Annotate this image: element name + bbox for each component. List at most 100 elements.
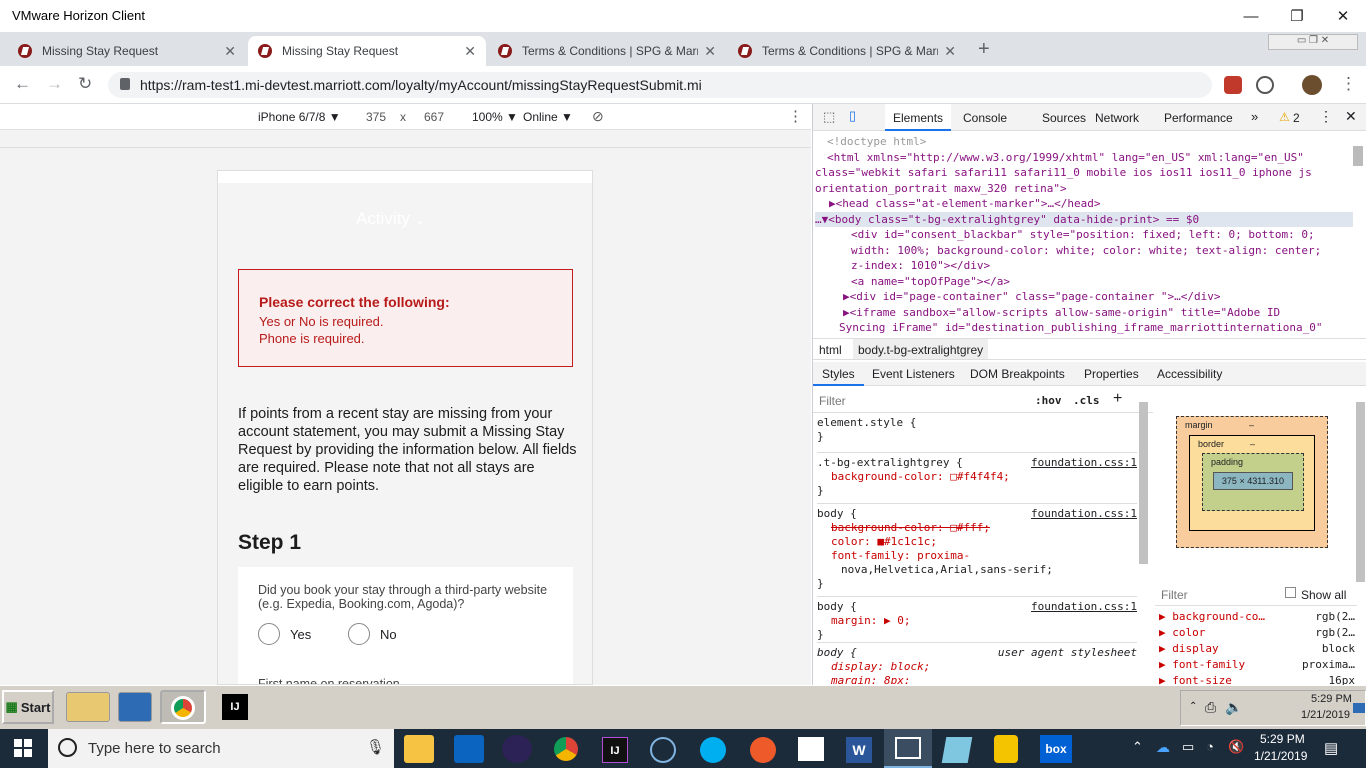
tab-network[interactable]: Network [1095,111,1139,125]
subtab-accessibility[interactable]: Accessibility [1157,367,1222,381]
device-menu-icon[interactable]: ⋮ [788,107,803,125]
reload-icon[interactable]: ↻ [78,74,92,94]
microphone-icon[interactable]: 🎙 [366,738,385,756]
windows-start-icon[interactable] [14,739,32,757]
styles-scrollbar[interactable] [1139,402,1148,564]
devtools-menu-icon[interactable]: ⋮ [1319,108,1333,125]
tab-terms-1[interactable]: Terms & Conditions | SPG & Marriott ✕ [488,36,726,66]
dom-line[interactable]: ▶<head class="at-element-marker">…</head… [815,196,1353,212]
style-prop[interactable]: color: ■#1c1c1c; [817,535,1137,549]
tab-close-icon[interactable]: ✕ [464,43,476,60]
skype-icon[interactable] [700,737,726,763]
vmware-taskbar-button[interactable] [884,729,932,768]
dom-line[interactable]: z-index: 1010"></div> [815,258,1353,274]
new-rule-icon[interactable]: + [1113,390,1122,408]
back-icon[interactable]: ← [14,74,31,94]
inner-window-controls-icon[interactable]: ▭ ❐ ✕ [1268,34,1358,50]
tab-terms-2[interactable]: Terms & Conditions | SPG & Marriott ✕ [728,36,966,66]
tab-close-icon[interactable]: ✕ [704,43,716,60]
device-height-input[interactable]: 667 [424,110,444,124]
dom-line[interactable]: Syncing iFrame" id="destination_publishi… [815,320,1353,336]
dom-line[interactable]: width: 100%; background-color: white; co… [815,243,1353,259]
tray-arrow-icon[interactable]: ⌃ [1189,701,1197,712]
style-source-link[interactable]: foundation.css:1 [1031,456,1137,470]
dom-line[interactable]: class="webkit safari safari11 safari11_0… [815,165,1353,181]
intellij-icon[interactable]: IJ [602,737,628,763]
crumb-body[interactable]: body.t-bg-extralightgrey [853,339,989,359]
dom-line[interactable]: <a name="topOfPage"></a> [815,274,1353,290]
clock-time[interactable]: 5:29 PM [1260,732,1305,746]
rotate-icon[interactable]: ⊘ [592,108,604,125]
restore-icon[interactable]: ❐ [1274,0,1320,32]
file-explorer-icon[interactable] [66,692,110,722]
computed-row[interactable]: ▶ background-co… rgb(2… [1159,609,1355,625]
wifi-icon[interactable]: ◔ [1206,739,1214,754]
new-tab-icon[interactable]: + [978,38,990,61]
taskbar-search-box[interactable]: Type here to search 🎙 [48,729,394,768]
show-desktop-icon[interactable] [1353,703,1365,713]
start-button[interactable]: ▦ Start [2,690,54,724]
tab-elements[interactable]: Elements [885,104,952,131]
style-source-link[interactable]: foundation.css:1 [1031,507,1137,521]
file-explorer-icon[interactable] [404,735,434,763]
style-selector[interactable]: element.style { [817,416,1137,430]
style-source-link[interactable]: foundation.css:1 [1031,600,1137,614]
tab-console[interactable]: Console [963,111,1007,125]
more-tabs-icon[interactable]: » [1251,109,1258,124]
close-icon[interactable]: ✕ [1320,0,1366,32]
chrome-icon[interactable] [554,737,578,761]
box-icon[interactable]: box [1040,735,1072,763]
device-toggle-icon[interactable]: ▯ [849,108,856,124]
warning-icon[interactable]: ⚠ [1279,110,1290,124]
style-prop[interactable]: margin: ▶ 0; [817,614,1137,628]
dom-line[interactable]: ▶<iframe sandbox="allow-scripts allow-sa… [815,305,1353,321]
tray-arrow-icon[interactable]: ⌃ [1132,739,1143,755]
dom-line-selected[interactable]: …▼<body class="t-bg-extralightgrey" data… [815,211,1353,227]
tab-missing-stay-1[interactable]: Missing Stay Request ✕ [8,36,246,66]
yes-radio[interactable] [258,623,280,645]
crumb-html[interactable]: html [819,343,842,357]
battery-icon[interactable]: ▭ [1182,739,1194,755]
device-width-input[interactable]: 375 [366,110,386,124]
network-select[interactable]: Online ▼ [523,110,573,124]
computed-row[interactable]: ▶ color rgb(2… [1159,625,1355,641]
chrome-taskbar-icon[interactable] [160,690,206,724]
outlook-icon[interactable] [454,735,484,763]
zoom-select[interactable]: 100% ▼ [472,110,518,124]
extension-w-icon[interactable] [1256,76,1274,94]
activity-nav[interactable]: Activity ⌄ [356,209,425,229]
dom-scrollbar[interactable] [1353,146,1363,166]
tab-close-icon[interactable]: ✕ [944,43,956,60]
forward-icon[interactable]: → [46,74,63,94]
dom-line[interactable]: <div id="consent_blackbar" style="positi… [815,227,1353,243]
dom-line[interactable]: <!doctype html> [815,134,1353,150]
tab-sources[interactable]: Sources [1042,111,1086,125]
no-label[interactable]: No [380,627,397,642]
dom-line[interactable]: ▶<div id="page-container" class="page-co… [815,289,1353,305]
dom-line[interactable]: <html xmlns="http://www.w3.org/1999/xhtm… [815,150,1353,166]
style-prop[interactable]: font-family: proxima- [817,549,1137,563]
tab-close-icon[interactable]: ✕ [224,43,236,60]
show-all-checkbox[interactable] [1285,587,1296,598]
photos-icon[interactable] [798,737,824,761]
media-player-icon[interactable] [118,692,152,722]
computed-filter-input[interactable]: Filter [1161,588,1188,602]
profile-avatar[interactable] [1302,75,1322,95]
subtab-styles[interactable]: Styles [813,362,864,386]
eclipse-icon[interactable] [502,735,532,763]
device-select[interactable]: iPhone 6/7/8 ▼ [258,110,341,124]
network-tray-icon[interactable]: ⎙ [1205,699,1216,716]
style-prop[interactable]: background-color: □#f4f4f4; [817,470,1137,484]
styles-filter-input[interactable]: Filter [819,394,846,408]
word-icon[interactable]: W [846,737,872,763]
computed-scrollbar[interactable] [1356,402,1365,582]
subtab-listeners[interactable]: Event Listeners [872,367,955,381]
devtools-close-icon[interactable]: ✕ [1345,108,1357,125]
notifications-icon[interactable]: ▤ [1324,739,1338,757]
tab-missing-stay-2[interactable]: Missing Stay Request ✕ [248,36,486,66]
subtab-properties[interactable]: Properties [1084,367,1139,381]
computed-row[interactable]: ▶ font-family proxima… [1159,657,1355,673]
cls-toggle[interactable]: .cls [1073,394,1100,407]
computed-row[interactable]: ▶ display block [1159,641,1355,657]
show-all-label[interactable]: Show all [1301,588,1346,602]
